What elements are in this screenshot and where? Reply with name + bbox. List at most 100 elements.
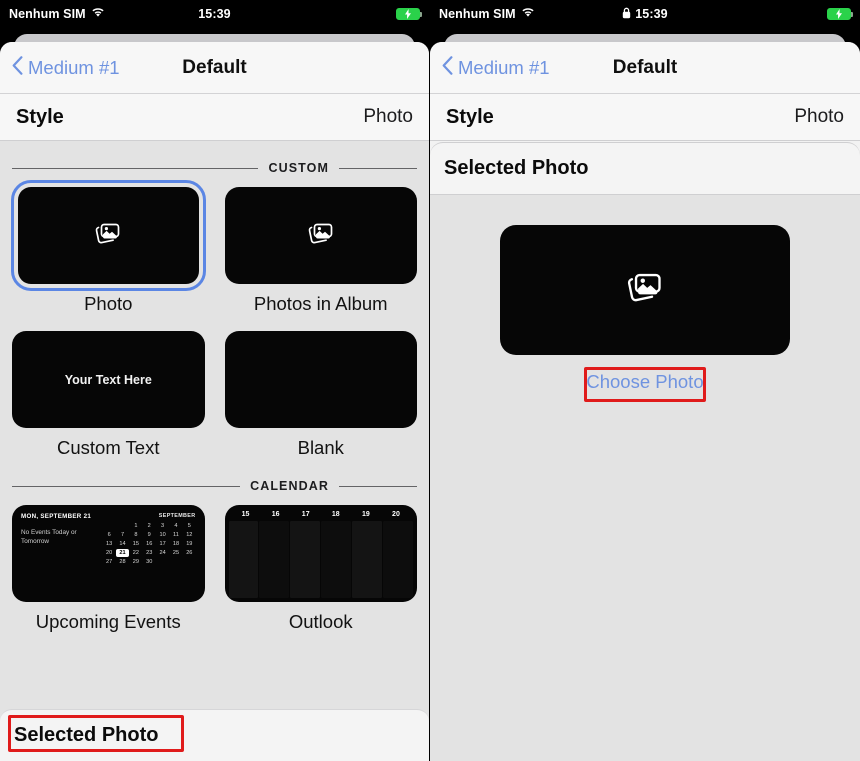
outlook-widget-preview: 15 16 17 18 19 20 (225, 505, 418, 602)
outlook-day-17: 17 (301, 511, 310, 518)
calendar-day-28: 28 (119, 559, 126, 565)
clock-label: 15:39 (198, 7, 231, 21)
lock-icon (622, 7, 631, 22)
calendar-day-11: 11 (173, 532, 179, 538)
choose-photo-wrap: Choose Photo (580, 371, 709, 393)
custom-tile-grid: Photo Photos in Album Your Text Here Cus… (0, 180, 429, 459)
wifi-icon (521, 7, 535, 21)
nav-bar-right: Medium #1 Default (430, 42, 860, 94)
battery-charging-icon (396, 8, 422, 20)
tile-upcoming-events-wrap: MON, SEPTEMBER 21 No Events Today or Tom… (12, 505, 205, 602)
back-button-right[interactable]: Medium #1 (442, 55, 550, 80)
style-label-left: Style (16, 105, 64, 128)
photo-stack-icon (627, 273, 663, 307)
section-header-custom: CUSTOM (0, 161, 429, 175)
calendar-day-30: 30 (146, 559, 153, 565)
status-left-group: Nenhum SIM (9, 7, 105, 21)
carrier-label: Nenhum SIM (9, 7, 86, 21)
battery-charging-icon (827, 8, 853, 20)
style-list-scroll[interactable]: CUSTOM Photo Photos in Album Your Text H… (0, 141, 429, 761)
calendar-day-4: 4 (174, 523, 178, 529)
section-header-calendar: CALENDAR (0, 479, 429, 493)
back-button-left[interactable]: Medium #1 (12, 55, 120, 80)
clock-label: 15:39 (635, 7, 668, 21)
calendar-day-23: 23 (146, 550, 153, 556)
calendar-day-5: 5 (187, 523, 191, 529)
photo-stack-icon (308, 223, 334, 249)
calendar-day-21: 21 (116, 549, 129, 557)
divider-right (339, 485, 417, 487)
tile-photo[interactable] (11, 180, 206, 291)
outlook-day-18: 18 (331, 511, 340, 518)
calendar-widget-grid: 1 2 3 4 5 6 7 8 9 10 11 12 13 14 15 16 17 18 19 20 21 22 23 24 2… (103, 522, 196, 566)
outlook-column-16 (259, 521, 290, 598)
tile-cell-upcoming-events: MON, SEPTEMBER 21 No Events Today or Tom… (12, 505, 205, 633)
selected-photo-bottom-sheet[interactable]: Selected Photo (0, 709, 429, 761)
modal-sheet-left: Medium #1 Default Style Photo CUSTOM Pho… (0, 42, 429, 761)
tile-blank[interactable] (224, 331, 417, 428)
tile-custom-text-wrap: Your Text Here (12, 331, 205, 428)
calendar-day-15: 15 (132, 541, 139, 547)
divider-right (339, 167, 417, 169)
tile-cell-photos-in-album: Photos in Album (224, 187, 417, 315)
style-row-left[interactable]: Style Photo (0, 94, 429, 141)
selected-photo-sheet: Selected Photo Choose Photo (430, 142, 860, 761)
calendar-day-13: 13 (106, 541, 113, 547)
calendar-widget-left: MON, SEPTEMBER 21 No Events Today or Tom… (21, 513, 103, 594)
calendar-day-29: 29 (132, 559, 139, 565)
outlook-column-15 (228, 521, 259, 598)
calendar-day-17: 17 (159, 541, 166, 547)
tile-upcoming-events[interactable]: MON, SEPTEMBER 21 No Events Today or Tom… (12, 505, 205, 602)
screenshot-root: Nenhum SIM 15:39 Medium #1 Default Style… (0, 0, 860, 761)
tile-label-photos-in-album: Photos in Album (253, 293, 388, 314)
section-caption-custom: CUSTOM (268, 161, 329, 175)
calendar-day-8: 8 (134, 532, 138, 538)
tile-label-photo: Photo (84, 293, 133, 314)
calendar-day-24: 24 (159, 550, 166, 556)
outlook-day-16: 16 (271, 511, 280, 518)
tile-photo-wrap (11, 180, 206, 291)
calendar-widget-date: MON, SEPTEMBER 21 (21, 513, 92, 520)
outlook-column-17 (290, 521, 321, 598)
outlook-widget-day-headers: 15 16 17 18 19 20 (225, 505, 418, 521)
calendar-day-empty (116, 522, 128, 530)
tile-label-outlook: Outlook (288, 611, 353, 632)
calendar-day-1: 1 (134, 523, 138, 529)
tile-preview-text: Your Text Here (64, 372, 152, 387)
outlook-column-20 (383, 521, 413, 598)
section-caption-calendar: CALENDAR (250, 479, 329, 493)
calendar-tile-grid: MON, SEPTEMBER 21 No Events Today or Tom… (0, 505, 429, 633)
calendar-day-10: 10 (159, 532, 166, 538)
calendar-day-27: 27 (106, 559, 113, 565)
selected-photo-bottom-title: Selected Photo (14, 724, 159, 746)
tile-outlook-wrap: 15 16 17 18 19 20 (224, 505, 418, 602)
status-right-group (396, 8, 422, 20)
style-row-right[interactable]: Style Photo (430, 94, 860, 141)
outlook-widget-columns (225, 521, 418, 602)
back-button-label: Medium #1 (458, 56, 550, 78)
tile-photos-in-album[interactable] (224, 187, 417, 284)
calendar-widget-month: SEPTEMBER (158, 513, 196, 519)
divider-left (12, 485, 241, 487)
tile-label-custom-text: Custom Text (57, 437, 160, 458)
scroll-spacer (0, 633, 429, 693)
calendar-day-19: 19 (186, 541, 193, 547)
photo-preview-tile[interactable] (500, 225, 790, 355)
tile-custom-text[interactable]: Your Text Here (12, 331, 205, 428)
calendar-widget-status: No Events Today or Tomorrow (21, 529, 77, 545)
nav-bar-left: Medium #1 Default (0, 42, 429, 94)
tile-outlook[interactable]: 15 16 17 18 19 20 (224, 505, 418, 602)
divider-left (12, 167, 259, 169)
modal-sheet-right: Medium #1 Default Style Photo Selected P… (430, 42, 860, 761)
calendar-day-12: 12 (186, 532, 193, 538)
selected-photo-title: Selected Photo (444, 157, 589, 179)
choose-photo-button[interactable]: Choose Photo (580, 369, 709, 394)
calendar-day-7: 7 (120, 532, 125, 538)
status-bar-left: Nenhum SIM 15:39 (0, 0, 429, 28)
tile-label-upcoming-events: Upcoming Events (35, 611, 181, 632)
tile-cell-custom-text: Your Text Here Custom Text (12, 331, 205, 459)
tile-label-blank: Blank (297, 437, 344, 458)
wifi-icon (91, 7, 105, 21)
calendar-day-26: 26 (186, 550, 193, 556)
calendar-day-20: 20 (106, 550, 113, 556)
